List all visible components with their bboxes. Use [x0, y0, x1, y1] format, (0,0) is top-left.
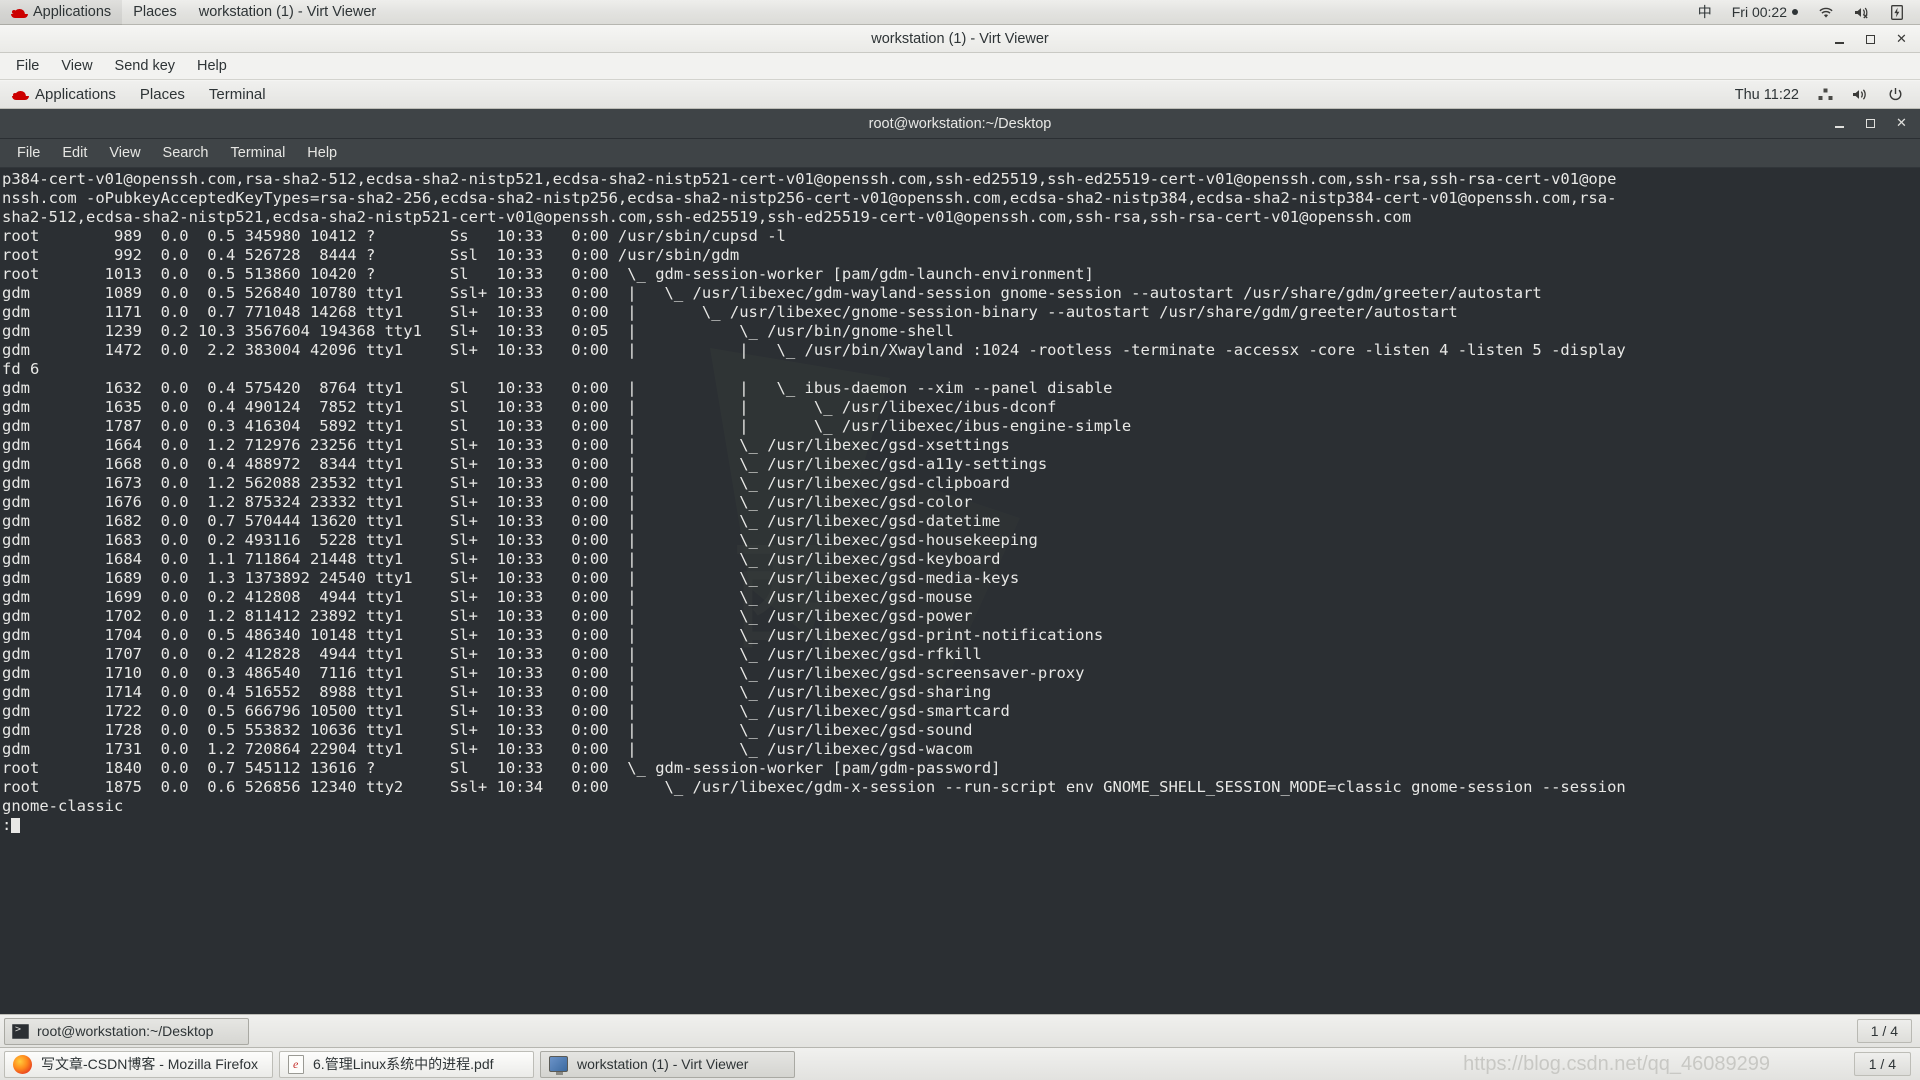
firefox-icon	[13, 1055, 32, 1074]
terminal-icon	[12, 1024, 29, 1039]
host-system-tray: 中 Fri 00:22	[1689, 0, 1920, 25]
host-task-firefox[interactable]: 写文章-CSDN博客 - Mozilla Firefox	[4, 1051, 273, 1078]
volume-muted-icon[interactable]	[1845, 0, 1880, 25]
input-method-indicator[interactable]: 中	[1689, 0, 1721, 25]
redhat-logo-icon	[12, 88, 29, 101]
maximize-button[interactable]	[1862, 115, 1879, 132]
term-menu-search[interactable]: Search	[152, 139, 220, 168]
host-task-label: workstation (1) - Virt Viewer	[577, 1056, 748, 1072]
host-clock[interactable]: Fri 00:22	[1723, 0, 1807, 25]
host-applications-label: Applications	[33, 4, 111, 20]
virt-viewer-menubar: File View Send key Help	[0, 53, 1920, 80]
virt-viewer-titlebar[interactable]: workstation (1) - Virt Viewer ✕	[0, 25, 1920, 53]
network-icon[interactable]	[1810, 81, 1841, 109]
vv-menu-send-key[interactable]: Send key	[104, 53, 186, 80]
pdf-icon	[288, 1055, 304, 1074]
host-task-label: 写文章-CSDN博客 - Mozilla Firefox	[41, 1054, 258, 1074]
host-window-title[interactable]: workstation (1) - Virt Viewer	[188, 0, 388, 25]
guest-applications-menu[interactable]: Applications	[0, 81, 128, 109]
host-top-panel: Applications Places workstation (1) - Vi…	[0, 0, 1920, 25]
terminal-body[interactable]: 西 p384-cert-v01@openssh.com,rsa-sha2-512…	[0, 168, 1920, 1014]
guest-task-label: root@workstation:~/Desktop	[37, 1023, 213, 1039]
virt-viewer-icon	[549, 1056, 568, 1072]
terminal-titlebar[interactable]: root@workstation:~/Desktop ✕	[0, 109, 1920, 139]
terminal-cursor	[11, 818, 20, 833]
host-places-menu[interactable]: Places	[122, 0, 188, 25]
redhat-logo-icon	[11, 6, 28, 19]
terminal-window-controls: ✕	[1831, 109, 1910, 137]
guest-clock[interactable]: Thu 11:22	[1727, 81, 1807, 109]
host-applications-menu[interactable]: Applications	[0, 0, 122, 25]
virt-viewer-title: workstation (1) - Virt Viewer	[0, 31, 1920, 47]
battery-charging-icon[interactable]	[1882, 0, 1912, 25]
power-icon[interactable]	[1880, 81, 1911, 109]
host-taskbar: 写文章-CSDN博客 - Mozilla Firefox 6.管理Linux系统…	[0, 1047, 1920, 1080]
guest-applications-label: Applications	[35, 86, 116, 103]
maximize-button[interactable]	[1862, 31, 1879, 48]
host-task-label: 6.管理Linux系统中的进程.pdf	[313, 1054, 494, 1074]
recording-dot-icon	[1792, 9, 1798, 15]
guest-places-menu[interactable]: Places	[128, 81, 197, 109]
vv-menu-help[interactable]: Help	[186, 53, 238, 80]
host-clock-label: Fri 00:22	[1732, 4, 1787, 20]
virt-viewer-window: workstation (1) - Virt Viewer ✕ File Vie…	[0, 25, 1920, 1047]
close-button[interactable]: ✕	[1893, 115, 1910, 132]
terminal-prompt: :	[2, 816, 11, 834]
guest-system-tray: Thu 11:22	[1727, 81, 1920, 109]
host-task-virt-viewer[interactable]: workstation (1) - Virt Viewer	[540, 1051, 795, 1078]
vv-menu-view[interactable]: View	[50, 53, 103, 80]
terminal-output: p384-cert-v01@openssh.com,rsa-sha2-512,e…	[0, 168, 1920, 835]
volume-icon[interactable]	[1844, 81, 1877, 109]
guest-terminal-menu[interactable]: Terminal	[197, 81, 278, 109]
terminal-menubar: File Edit View Search Terminal Help	[0, 139, 1920, 168]
guest-taskbar: root@workstation:~/Desktop 1 / 4	[0, 1014, 1920, 1047]
term-menu-terminal[interactable]: Terminal	[220, 139, 297, 168]
term-menu-file[interactable]: File	[6, 139, 51, 168]
guest-top-panel: Applications Places Terminal Thu 11:22	[0, 81, 1920, 109]
guest-vm-desktop: Applications Places Terminal Thu 11:22 🗁	[0, 81, 1920, 1047]
terminal-window: root@workstation:~/Desktop ✕ File Edit V…	[0, 109, 1920, 1014]
host-task-pdf[interactable]: 6.管理Linux系统中的进程.pdf	[279, 1051, 534, 1078]
close-button[interactable]: ✕	[1893, 31, 1910, 48]
host-workspace-indicator[interactable]: 1 / 4	[1854, 1052, 1911, 1076]
guest-workspace-indicator[interactable]: 1 / 4	[1857, 1019, 1912, 1043]
term-menu-view[interactable]: View	[98, 139, 151, 168]
term-menu-edit[interactable]: Edit	[51, 139, 98, 168]
virt-viewer-window-controls: ✕	[1831, 25, 1910, 53]
minimize-button[interactable]	[1831, 115, 1848, 132]
term-menu-help[interactable]: Help	[296, 139, 348, 168]
wifi-icon[interactable]	[1809, 0, 1843, 25]
guest-task-terminal[interactable]: root@workstation:~/Desktop	[4, 1018, 249, 1045]
minimize-button[interactable]	[1831, 31, 1848, 48]
vv-menu-file[interactable]: File	[5, 53, 50, 80]
terminal-title: root@workstation:~/Desktop	[0, 116, 1920, 132]
